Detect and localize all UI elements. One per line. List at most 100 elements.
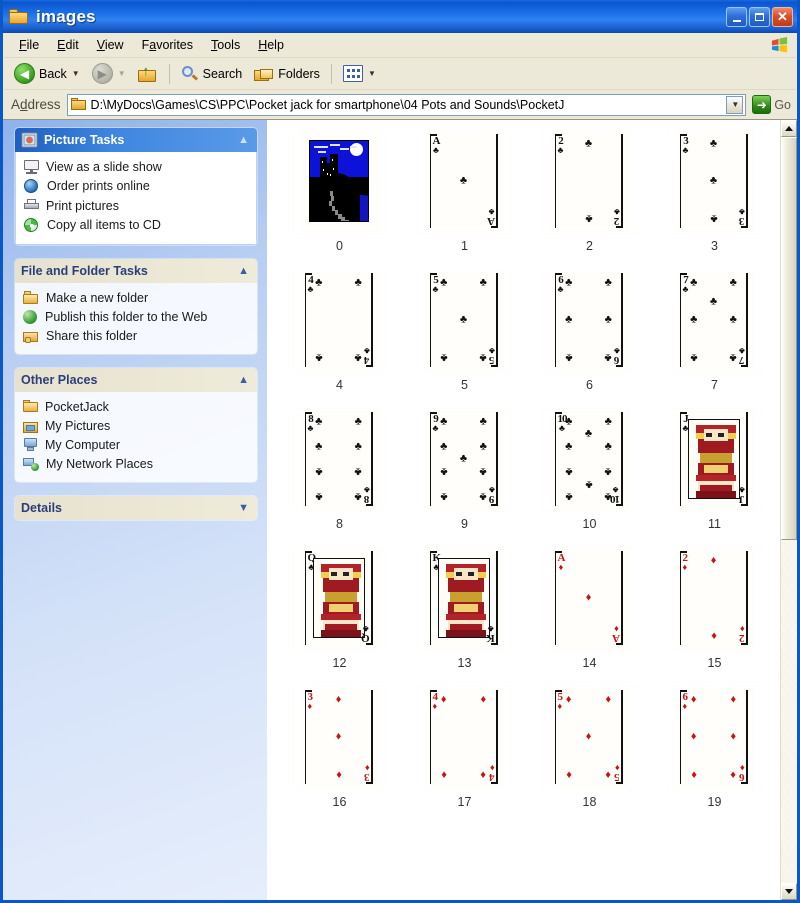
file-thumbnail[interactable]: 5 ♣ ♣ ♣ ♣ ♣ ♣ 5 ♣	[417, 269, 512, 373]
panel-file-folder-tasks-header[interactable]: File and Folder Tasks ▲	[15, 259, 257, 283]
card-corner-br: J ♣	[739, 485, 745, 505]
search-button[interactable]: Search	[176, 62, 248, 86]
place-my-pictures[interactable]: My Pictures	[23, 417, 249, 436]
file-thumbnail[interactable]: 6 ♦ ♦ ♦ ♦ ♦ ♦ ♦ 6 ♦	[667, 686, 762, 790]
up-button[interactable]: ↑	[133, 62, 163, 85]
task-share-folder[interactable]: Share this folder	[23, 327, 249, 346]
file-thumbnail[interactable]: 7 ♣ ♣ ♣ ♣ ♣ ♣ ♣ ♣ 7 ♣	[667, 269, 762, 373]
file-item[interactable]: 6 ♦ ♦ ♦ ♦ ♦ ♦ ♦ 6 ♦ 19	[652, 684, 777, 823]
task-view-slideshow[interactable]: View as a slide show	[24, 158, 248, 177]
address-input[interactable]: D:\MyDocs\Games\CS\PPC\Pocket jack for s…	[66, 93, 747, 116]
menu-file[interactable]: File	[10, 35, 48, 55]
file-item[interactable]: 5 ♣ ♣ ♣ ♣ ♣ ♣ 5 ♣ 5	[402, 267, 527, 406]
file-thumbnail[interactable]: A ♣ ♣ A ♣	[417, 130, 512, 234]
file-thumbnail[interactable]: 9 ♣ ♣ ♣ ♣ ♣ ♣ ♣ ♣ ♣ ♣ 9 ♣	[417, 408, 512, 512]
file-item[interactable]: 5 ♦ ♦ ♦ ♦ ♦ ♦ 5 ♦ 18	[527, 684, 652, 823]
scrollbar-thumb[interactable]	[781, 137, 797, 540]
file-item[interactable]: 2 ♦ ♦ ♦ 2 ♦ 15	[652, 545, 777, 684]
close-button[interactable]: ✕	[772, 6, 793, 27]
place-my-computer[interactable]: My Computer	[23, 436, 249, 455]
chevron-up-icon[interactable]: ▲	[238, 374, 249, 386]
file-thumbnail[interactable]: 4 ♣ ♣ ♣ ♣ ♣ 4 ♣	[292, 269, 387, 373]
file-thumbnail[interactable]: 10 ♣ ♣ ♣ ♣ ♣ ♣ ♣ ♣ ♣ ♣ ♣ 10 ♣	[542, 408, 637, 512]
file-item[interactable]: 3 ♦ ♦ ♦ ♦ 3 ♦ 16	[277, 684, 402, 823]
file-thumbnail[interactable]: J ♣ J ♣	[667, 408, 762, 512]
menu-edit[interactable]: Edit	[48, 35, 88, 55]
menu-view-rest: iew	[104, 38, 124, 52]
panel-other-places-header[interactable]: Other Places ▲	[15, 368, 257, 392]
file-item[interactable]: 10 ♣ ♣ ♣ ♣ ♣ ♣ ♣ ♣ ♣ ♣ ♣ 10 ♣ 10	[527, 406, 652, 545]
maximize-button[interactable]	[749, 6, 770, 27]
menu-favorites[interactable]: Favorites	[133, 35, 202, 55]
place-my-network-places[interactable]: My Network Places	[23, 455, 249, 474]
task-label: Make a new folder	[46, 291, 149, 305]
scroll-up-icon[interactable]	[781, 120, 797, 137]
file-item[interactable]: 9 ♣ ♣ ♣ ♣ ♣ ♣ ♣ ♣ ♣ ♣ 9 ♣ 9	[402, 406, 527, 545]
task-publish-to-web[interactable]: Publish this folder to the Web	[23, 308, 249, 327]
card-pip: ♣	[584, 427, 593, 440]
file-thumbnail[interactable]: 3 ♦ ♦ ♦ ♦ 3 ♦	[292, 686, 387, 790]
go-button[interactable]: ➜ Go	[750, 95, 791, 114]
chevron-down-icon[interactable]: ▼	[238, 502, 249, 514]
file-list-view[interactable]: 0 A ♣ ♣ A ♣ 1 2 ♣ ♣ ♣ 2 ♣ 2 3 ♣ ♣ ♣ ♣ 3 ♣ 3 4 ♣ ♣ ♣ ♣ ♣ 4 ♣ 4 5 ♣ ♣ ♣ ♣ ♣ ♣ 5 ♣…	[267, 120, 780, 900]
chevron-up-icon[interactable]: ▲	[238, 265, 249, 277]
file-thumbnail[interactable]: 3 ♣ ♣ ♣ ♣ 3 ♣	[667, 130, 762, 234]
file-item[interactable]: 3 ♣ ♣ ♣ ♣ 3 ♣ 3	[652, 128, 777, 267]
task-make-new-folder[interactable]: Make a new folder	[23, 289, 249, 308]
file-item[interactable]: Q ♣ Q ♣ 12	[277, 545, 402, 684]
menu-help[interactable]: Help	[249, 35, 293, 55]
folders-icon	[254, 65, 274, 82]
file-thumbnail[interactable]: 2 ♣ ♣ ♣ 2 ♣	[542, 130, 637, 234]
card-image: 2 ♣ ♣ ♣ 2 ♣	[550, 132, 627, 230]
folders-button[interactable]: Folders	[249, 62, 325, 85]
file-label: 3	[711, 239, 718, 253]
file-thumbnail[interactable]: 2 ♦ ♦ ♦ 2 ♦	[667, 547, 762, 651]
card-corner-br: 2 ♦	[740, 624, 745, 644]
file-thumbnail[interactable]: A ♦ ♦ A ♦	[542, 547, 637, 651]
scrollbar-track[interactable]	[781, 137, 797, 883]
file-thumbnail[interactable]: K ♣ K ♣	[417, 547, 512, 651]
back-dropdown-icon[interactable]: ▼	[72, 69, 80, 78]
panel-details-header[interactable]: Details ▼	[15, 496, 257, 520]
file-thumbnail[interactable]: 6 ♣ ♣ ♣ ♣ ♣ ♣ ♣ 6 ♣	[542, 269, 637, 373]
forward-dropdown-icon[interactable]: ▼	[118, 69, 126, 78]
scroll-down-icon[interactable]	[781, 883, 797, 900]
file-thumbnail[interactable]	[292, 130, 387, 234]
card-suit-icon: ♣	[738, 346, 745, 356]
back-button[interactable]: ◀ Back ▼	[9, 60, 85, 87]
task-order-prints[interactable]: Order prints online	[24, 177, 248, 197]
file-item[interactable]: 4 ♦ ♦ ♦ ♦ ♦ 4 ♦ 17	[402, 684, 527, 823]
minimize-button[interactable]	[726, 6, 747, 27]
panel-picture-tasks-header[interactable]: Picture Tasks ▲	[15, 128, 257, 152]
chevron-up-icon[interactable]: ▲	[238, 134, 249, 146]
file-item[interactable]: 4 ♣ ♣ ♣ ♣ ♣ 4 ♣ 4	[277, 267, 402, 406]
address-dropdown-button[interactable]: ▼	[726, 95, 744, 114]
file-thumbnail[interactable]: Q ♣ Q ♣	[292, 547, 387, 651]
file-item[interactable]: A ♣ ♣ A ♣ 1	[402, 128, 527, 267]
forward-button[interactable]: ▶ ▼	[87, 60, 131, 87]
file-item[interactable]: 6 ♣ ♣ ♣ ♣ ♣ ♣ ♣ 6 ♣ 6	[527, 267, 652, 406]
menu-tools[interactable]: Tools	[202, 35, 249, 55]
file-item[interactable]: J ♣ J ♣ 11	[652, 406, 777, 545]
file-item[interactable]: 7 ♣ ♣ ♣ ♣ ♣ ♣ ♣ ♣ 7 ♣ 7	[652, 267, 777, 406]
task-copy-to-cd[interactable]: Copy all items to CD	[24, 216, 248, 236]
card-corner-br: 8 ♣	[364, 485, 370, 505]
menu-view[interactable]: View	[88, 35, 133, 55]
vertical-scrollbar[interactable]	[780, 120, 797, 900]
card-pip: ♣	[565, 276, 573, 289]
place-pocketjack[interactable]: PocketJack	[23, 398, 249, 417]
file-item[interactable]: 8 ♣ ♣ ♣ ♣ ♣ ♣ ♣ ♣ ♣ 8 ♣ 8	[277, 406, 402, 545]
views-dropdown-icon[interactable]: ▼	[368, 69, 376, 78]
file-thumbnail[interactable]: 4 ♦ ♦ ♦ ♦ ♦ 4 ♦	[417, 686, 512, 790]
file-item[interactable]: 2 ♣ ♣ ♣ 2 ♣ 2	[527, 128, 652, 267]
file-item[interactable]: 0	[277, 128, 402, 267]
file-thumbnail[interactable]: 5 ♦ ♦ ♦ ♦ ♦ ♦ 5 ♦	[542, 686, 637, 790]
card-suit-icon: ♣	[363, 346, 370, 356]
file-item[interactable]: K ♣ K ♣ 13	[402, 545, 527, 684]
card-suit-icon: ♦	[489, 763, 495, 773]
task-print-pictures[interactable]: Print pictures	[24, 197, 248, 216]
printer-icon	[24, 199, 39, 212]
views-button[interactable]: ▼	[338, 62, 381, 85]
file-thumbnail[interactable]: 8 ♣ ♣ ♣ ♣ ♣ ♣ ♣ ♣ ♣ 8 ♣	[292, 408, 387, 512]
file-item[interactable]: A ♦ ♦ A ♦ 14	[527, 545, 652, 684]
